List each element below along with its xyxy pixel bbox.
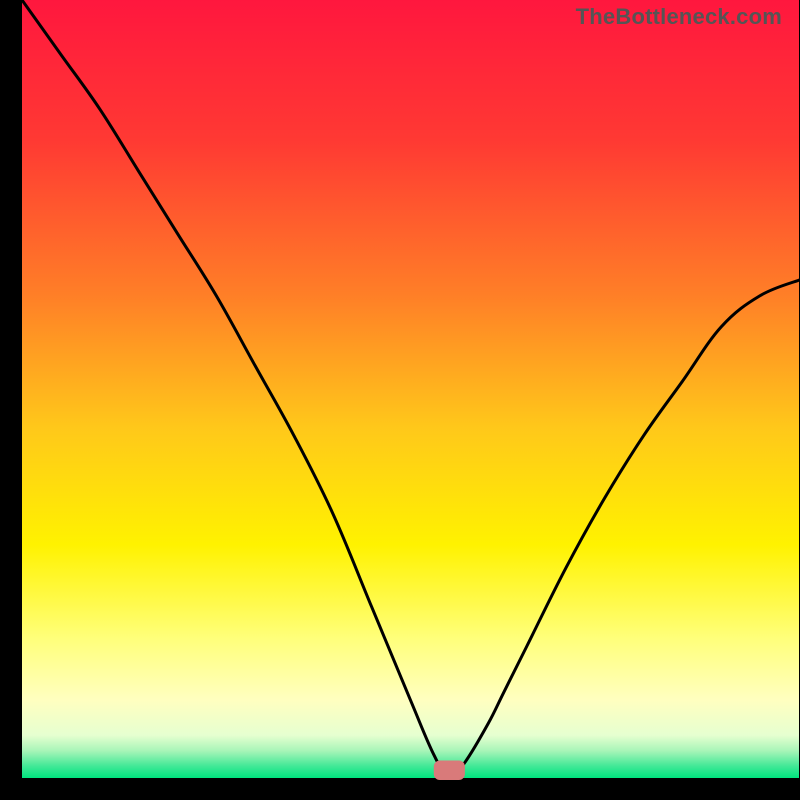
optimal-marker xyxy=(434,760,465,780)
plot-background xyxy=(22,0,799,778)
watermark-text: TheBottleneck.com xyxy=(576,4,782,30)
chart-frame: TheBottleneck.com xyxy=(0,0,800,800)
bottleneck-chart xyxy=(0,0,800,800)
